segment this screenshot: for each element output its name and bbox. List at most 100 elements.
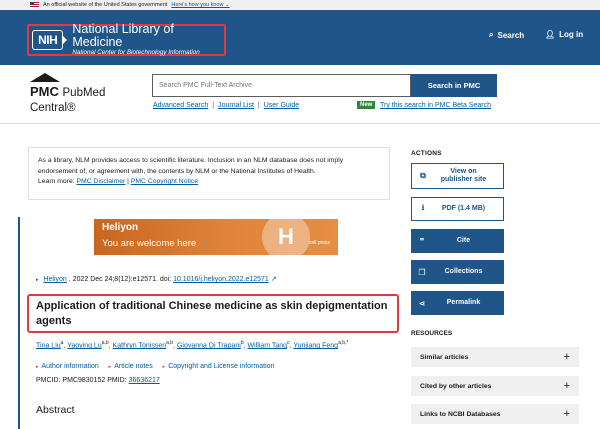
actions-heading: ACTIONS <box>411 150 442 157</box>
plus-icon: + <box>563 351 570 363</box>
share-icon: ⋖ <box>418 298 426 308</box>
disclaimer-separator: | <box>127 178 129 185</box>
nlm-disclaimer: As a library, NLM provides access to sci… <box>28 147 390 200</box>
header-search-button[interactable]: ⌕ Search <box>489 30 524 40</box>
view-on-publisher-button[interactable]: ⧉ View on publisher site <box>411 163 504 189</box>
heliyon-mark-icon: H <box>262 219 310 255</box>
ncbi-links-label: Links to NCBI Databases <box>420 410 501 418</box>
download-icon: ⭳ <box>421 203 425 212</box>
ncbi-links-toggle[interactable]: Links to NCBI Databases + <box>411 404 579 424</box>
pmid-label: PMID: <box>107 377 127 384</box>
user-guide-link[interactable]: User Guide <box>264 102 299 109</box>
header-divider <box>0 123 600 124</box>
pmc-roof-icon <box>30 73 60 82</box>
author-link[interactable]: William Tang <box>247 342 287 349</box>
permalink-button[interactable]: ⋖ Permalink <box>411 291 504 315</box>
abstract-heading: Abstract <box>36 404 75 416</box>
cited-by-toggle[interactable]: Cited by other articles + <box>411 376 579 396</box>
author-link[interactable]: Giovanna Di Trapani <box>177 342 241 349</box>
author-affiliation: c <box>287 340 290 346</box>
ad-title: Heliyon <box>102 222 139 233</box>
author-information-toggle[interactable]: ▸ Author information <box>36 363 99 370</box>
article-notes-toggle[interactable]: ▸ Article notes <box>109 363 153 370</box>
new-badge: New <box>357 101 376 109</box>
us-flag-icon <box>30 2 39 8</box>
caret-icon: ▸ <box>162 364 166 370</box>
nih-logo-icon: NIH <box>32 30 68 50</box>
user-icon: 👤︎ <box>545 30 556 39</box>
pmc-logo-text: PMC PubMed Central® <box>30 84 150 114</box>
article-left-rule <box>18 217 20 429</box>
article-ids: PMCID: PMC9830152 PMID: 36636217 <box>36 377 160 384</box>
similar-articles-label: Similar articles <box>420 353 469 361</box>
search-in-pmc-button[interactable]: Search in PMC <box>411 74 497 97</box>
nlm-logo-link[interactable]: NIH National Library of Medicine Nationa… <box>27 23 226 57</box>
pdf-label: PDF (1.4 MB) <box>441 205 486 212</box>
caret-icon: ▸ <box>108 364 112 370</box>
nih-header: NIH National Library of Medicine Nationa… <box>0 10 600 65</box>
collections-icon: ❐ <box>418 267 426 277</box>
beta-search-link[interactable]: Try this search in PMC Beta Search <box>380 102 491 109</box>
gov-banner: An official website of the United States… <box>0 0 600 10</box>
article-title: Application of traditional Chinese medic… <box>36 300 388 327</box>
ad-tagline: You are welcome here <box>102 238 197 249</box>
collections-button[interactable]: ❐ Collections <box>411 260 504 284</box>
author-link[interactable]: Tina Liu <box>36 342 61 349</box>
pmcid: PMCID: PMC9830152 <box>36 377 106 384</box>
search-icon: ⌕ <box>489 30 494 39</box>
doi-link[interactable]: 10.1016/j.heliyon.2022.e12571 <box>173 276 269 283</box>
heres-how-you-know-link[interactable]: Here's how you know ⌄ <box>171 2 229 8</box>
copyright-toggle[interactable]: ▸ Copyright and License information <box>163 363 275 370</box>
journal-banner-ad[interactable]: Heliyon You are welcome here H cell pres… <box>94 219 338 255</box>
pmc-copyright-link[interactable]: PMC Copyright Notice <box>131 178 198 185</box>
gov-banner-text: An official website of the United States… <box>43 2 168 8</box>
header-login-label: Log in <box>559 30 584 39</box>
citation-text: . 2022 Dec 24;8(12):e12571. doi: <box>68 276 174 283</box>
advanced-search-link[interactable]: Advanced Search <box>153 102 208 109</box>
author-affiliation: a,b,* <box>338 340 349 346</box>
caret-icon: ▸ <box>36 364 39 370</box>
pmc-search-input[interactable]: Search PMC Full-Text Archive <box>152 74 411 97</box>
resources-heading: RESOURCES <box>411 330 453 337</box>
search-placeholder: Search PMC Full-Text Archive <box>159 82 252 89</box>
plus-icon: + <box>563 380 570 392</box>
expand-caret-icon: ▸ <box>36 277 39 283</box>
search-links: Advanced Search | Journal List | User Gu… <box>153 102 299 109</box>
ad-publisher: cell press <box>308 240 330 246</box>
journal-list-link[interactable]: Journal List <box>218 102 254 109</box>
author-affiliation: a,b <box>166 340 174 346</box>
pmc-logo-link[interactable]: PMC PubMed Central® <box>30 73 150 114</box>
author-affiliation: a <box>60 340 64 346</box>
link-separator: | <box>257 102 260 109</box>
copyright-label: Copyright and License information <box>168 363 275 370</box>
external-link-icon: ↗ <box>270 276 277 283</box>
article-meta-links: ▸ Author information ▸ Article notes ▸ Copy… <box>36 363 282 370</box>
pdf-download-button[interactable]: ⭳ PDF (1.4 MB) <box>411 197 504 221</box>
external-link-icon: ⧉ <box>420 171 426 180</box>
plus-icon: + <box>563 408 570 420</box>
ncbi-subtitle: National Center for Biotechnology Inform… <box>72 49 200 56</box>
cite-button[interactable]: ❞ Cite <box>411 229 504 253</box>
pmc-disclaimer-link[interactable]: PMC Disclaimer <box>77 178 126 185</box>
learn-more-label: Learn more: <box>38 178 75 185</box>
header-login-button[interactable]: 👤︎ Log in <box>545 30 583 39</box>
author-link[interactable]: Kathryn Tonissen <box>113 342 167 349</box>
header-search-label: Search <box>497 30 525 40</box>
nlm-logo-text: National Library of Medicine National Ce… <box>72 23 224 57</box>
author-link[interactable]: Yunjiang Feng <box>293 342 338 349</box>
disclaimer-text: As a library, NLM provides access to sci… <box>38 157 344 175</box>
similar-articles-toggle[interactable]: Similar articles + <box>411 347 579 367</box>
pmc-logo-abbr: PMC <box>30 84 59 99</box>
nlm-title: National Library of Medicine <box>72 22 174 49</box>
author-affiliation: b <box>240 340 244 346</box>
link-separator: | <box>212 102 215 109</box>
permalink-label: Permalink <box>446 299 481 306</box>
pmid-link[interactable]: 36636217 <box>129 377 160 384</box>
journal-link[interactable]: Heliyon <box>43 276 66 283</box>
author-affiliation: a,b <box>101 340 109 346</box>
cite-label: Cite <box>456 237 471 244</box>
author-list: Tina Liua, Yaoying Lua,b, Kathryn Toniss… <box>36 340 349 350</box>
article-notes-label: Article notes <box>114 363 153 370</box>
article-citation: ▸ Heliyon . 2022 Dec 24;8(12):e12571. do… <box>36 275 277 283</box>
author-link[interactable]: Yaoying Lu <box>67 342 102 349</box>
